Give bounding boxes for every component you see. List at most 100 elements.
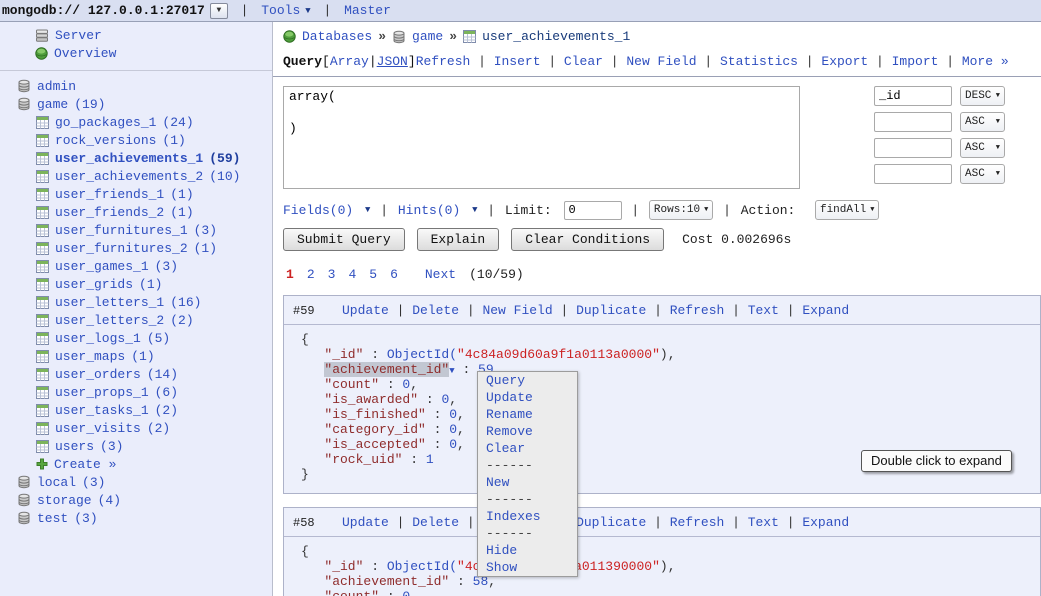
- toolbar-link[interactable]: Export: [821, 54, 868, 69]
- context-menu-item[interactable]: ------: [478, 457, 577, 474]
- collection-link[interactable]: users: [55, 439, 94, 454]
- overview-link[interactable]: Overview: [54, 46, 116, 61]
- json-line: {: [301, 544, 1032, 559]
- database-link[interactable]: game: [37, 97, 68, 112]
- clear-conditions-button[interactable]: Clear Conditions: [511, 228, 664, 251]
- collection-link[interactable]: user_maps: [55, 349, 125, 364]
- record-action-link[interactable]: Update: [342, 515, 389, 530]
- collection-link[interactable]: user_friends_1: [55, 187, 164, 202]
- record-action-link[interactable]: Duplicate: [576, 515, 646, 530]
- view-array-link[interactable]: Array: [330, 54, 369, 69]
- collection-link[interactable]: user_games_1: [55, 259, 149, 274]
- collection-link[interactable]: user_tasks_1: [55, 403, 149, 418]
- toolbar-link[interactable]: New Field: [626, 54, 696, 69]
- collection-link[interactable]: user_letters_1: [55, 295, 164, 310]
- server-link[interactable]: Server: [55, 28, 102, 43]
- toolbar-link[interactable]: More »: [962, 54, 1009, 69]
- record-action-link[interactable]: Delete: [412, 515, 459, 530]
- sort-direction-select[interactable]: ASC▼: [960, 112, 1005, 132]
- record-action-link[interactable]: Expand: [802, 303, 849, 318]
- collection-link[interactable]: user_visits: [55, 421, 141, 436]
- connection-dropdown-button[interactable]: ▼: [210, 3, 228, 19]
- hints-dropdown[interactable]: Hints(0): [398, 203, 460, 218]
- breadcrumb-database[interactable]: game: [412, 29, 443, 44]
- context-menu-item[interactable]: Update: [478, 389, 577, 406]
- page-link[interactable]: 6: [390, 267, 398, 282]
- json-line: "is_awarded" : 0,: [301, 392, 1032, 407]
- database-icon: [17, 475, 31, 489]
- sort-direction-select[interactable]: ASC▼: [960, 138, 1005, 158]
- toolbar-link[interactable]: Clear: [564, 54, 603, 69]
- next-page-link[interactable]: Next: [425, 267, 456, 282]
- record-action-link[interactable]: Text: [748, 515, 779, 530]
- collection-link[interactable]: user_logs_1: [55, 331, 141, 346]
- toolbar-link[interactable]: Refresh: [416, 54, 471, 69]
- fields-dropdown[interactable]: Fields(0): [283, 203, 353, 218]
- explain-button[interactable]: Explain: [417, 228, 500, 251]
- database-link[interactable]: test: [37, 511, 68, 526]
- database-link[interactable]: storage: [37, 493, 92, 508]
- record-action-link[interactable]: New Field: [482, 303, 552, 318]
- tools-menu[interactable]: Tools: [261, 3, 300, 18]
- context-menu-item[interactable]: Hide: [478, 542, 577, 559]
- record-action-link[interactable]: Refresh: [670, 303, 725, 318]
- context-menu-item[interactable]: Indexes: [478, 508, 577, 525]
- action-select[interactable]: findAll▼: [815, 200, 879, 220]
- master-link[interactable]: Master: [344, 3, 391, 18]
- page-link[interactable]: 2: [307, 267, 315, 282]
- record-action-link[interactable]: Expand: [802, 515, 849, 530]
- query-textarea[interactable]: array( ): [283, 86, 800, 189]
- collection-link[interactable]: user_friends_2: [55, 205, 164, 220]
- breadcrumb-databases[interactable]: Databases: [302, 29, 372, 44]
- rows-select[interactable]: Rows:10▼: [649, 200, 713, 220]
- collection-link[interactable]: user_letters_2: [55, 313, 164, 328]
- collection-link[interactable]: user_achievements_2: [55, 169, 203, 184]
- limit-input[interactable]: [564, 201, 622, 220]
- database-link[interactable]: local: [37, 475, 76, 490]
- sort-field-input[interactable]: [874, 86, 952, 106]
- context-menu-item[interactable]: ------: [478, 525, 577, 542]
- context-menu-item[interactable]: Show: [478, 559, 577, 576]
- collection-link[interactable]: user_orders: [55, 367, 141, 382]
- record-action-link[interactable]: Update: [342, 303, 389, 318]
- record-action-link[interactable]: Refresh: [670, 515, 725, 530]
- view-json-link[interactable]: JSON: [377, 54, 408, 69]
- record-action-link[interactable]: Delete: [412, 303, 459, 318]
- collection-link[interactable]: rock_versions: [55, 133, 156, 148]
- page-link[interactable]: 5: [369, 267, 377, 282]
- chevron-down-icon[interactable]: ▼: [365, 205, 370, 215]
- json-segment: "is_finished": [324, 407, 425, 422]
- context-menu-item[interactable]: New: [478, 474, 577, 491]
- chevron-down-icon[interactable]: ▼: [472, 205, 477, 215]
- create-collection-link[interactable]: Create »: [54, 457, 116, 472]
- collection-link[interactable]: user_props_1: [55, 385, 149, 400]
- toolbar-link[interactable]: Import: [892, 54, 939, 69]
- sort-field-input[interactable]: [874, 112, 952, 132]
- submit-query-button[interactable]: Submit Query: [283, 228, 405, 251]
- sort-field-input[interactable]: [874, 138, 952, 158]
- context-menu-item[interactable]: Rename: [478, 406, 577, 423]
- context-menu-item[interactable]: Query: [478, 372, 577, 389]
- context-menu-item[interactable]: Clear: [478, 440, 577, 457]
- page-link[interactable]: 3: [328, 267, 336, 282]
- record-json[interactable]: { "_id" : ObjectId("4c84a09d60a9f1a01139…: [284, 537, 1040, 596]
- collection-table-icon: [36, 134, 49, 147]
- context-menu-item[interactable]: ------: [478, 491, 577, 508]
- collection-link[interactable]: user_achievements_1: [55, 151, 203, 166]
- sort-direction-select[interactable]: DESC▼: [960, 86, 1005, 106]
- toolbar-link[interactable]: Statistics: [720, 54, 798, 69]
- sort-field-input[interactable]: [874, 164, 952, 184]
- record-action-link[interactable]: Text: [748, 303, 779, 318]
- collection-link[interactable]: user_grids: [55, 277, 133, 292]
- chevron-down-icon[interactable]: ▼: [305, 6, 310, 16]
- context-menu-item[interactable]: Remove: [478, 423, 577, 440]
- collection-link[interactable]: user_furnitures_2: [55, 241, 188, 256]
- collection-link[interactable]: go_packages_1: [55, 115, 156, 130]
- database-link[interactable]: admin: [37, 79, 76, 94]
- sort-direction-select[interactable]: ASC▼: [960, 164, 1005, 184]
- toolbar-link[interactable]: Insert: [494, 54, 541, 69]
- record-action-link[interactable]: Duplicate: [576, 303, 646, 318]
- collection-link[interactable]: user_furnitures_1: [55, 223, 188, 238]
- database-list-bottom: local (3) storage (4) test (3): [0, 473, 272, 527]
- page-link[interactable]: 4: [348, 267, 356, 282]
